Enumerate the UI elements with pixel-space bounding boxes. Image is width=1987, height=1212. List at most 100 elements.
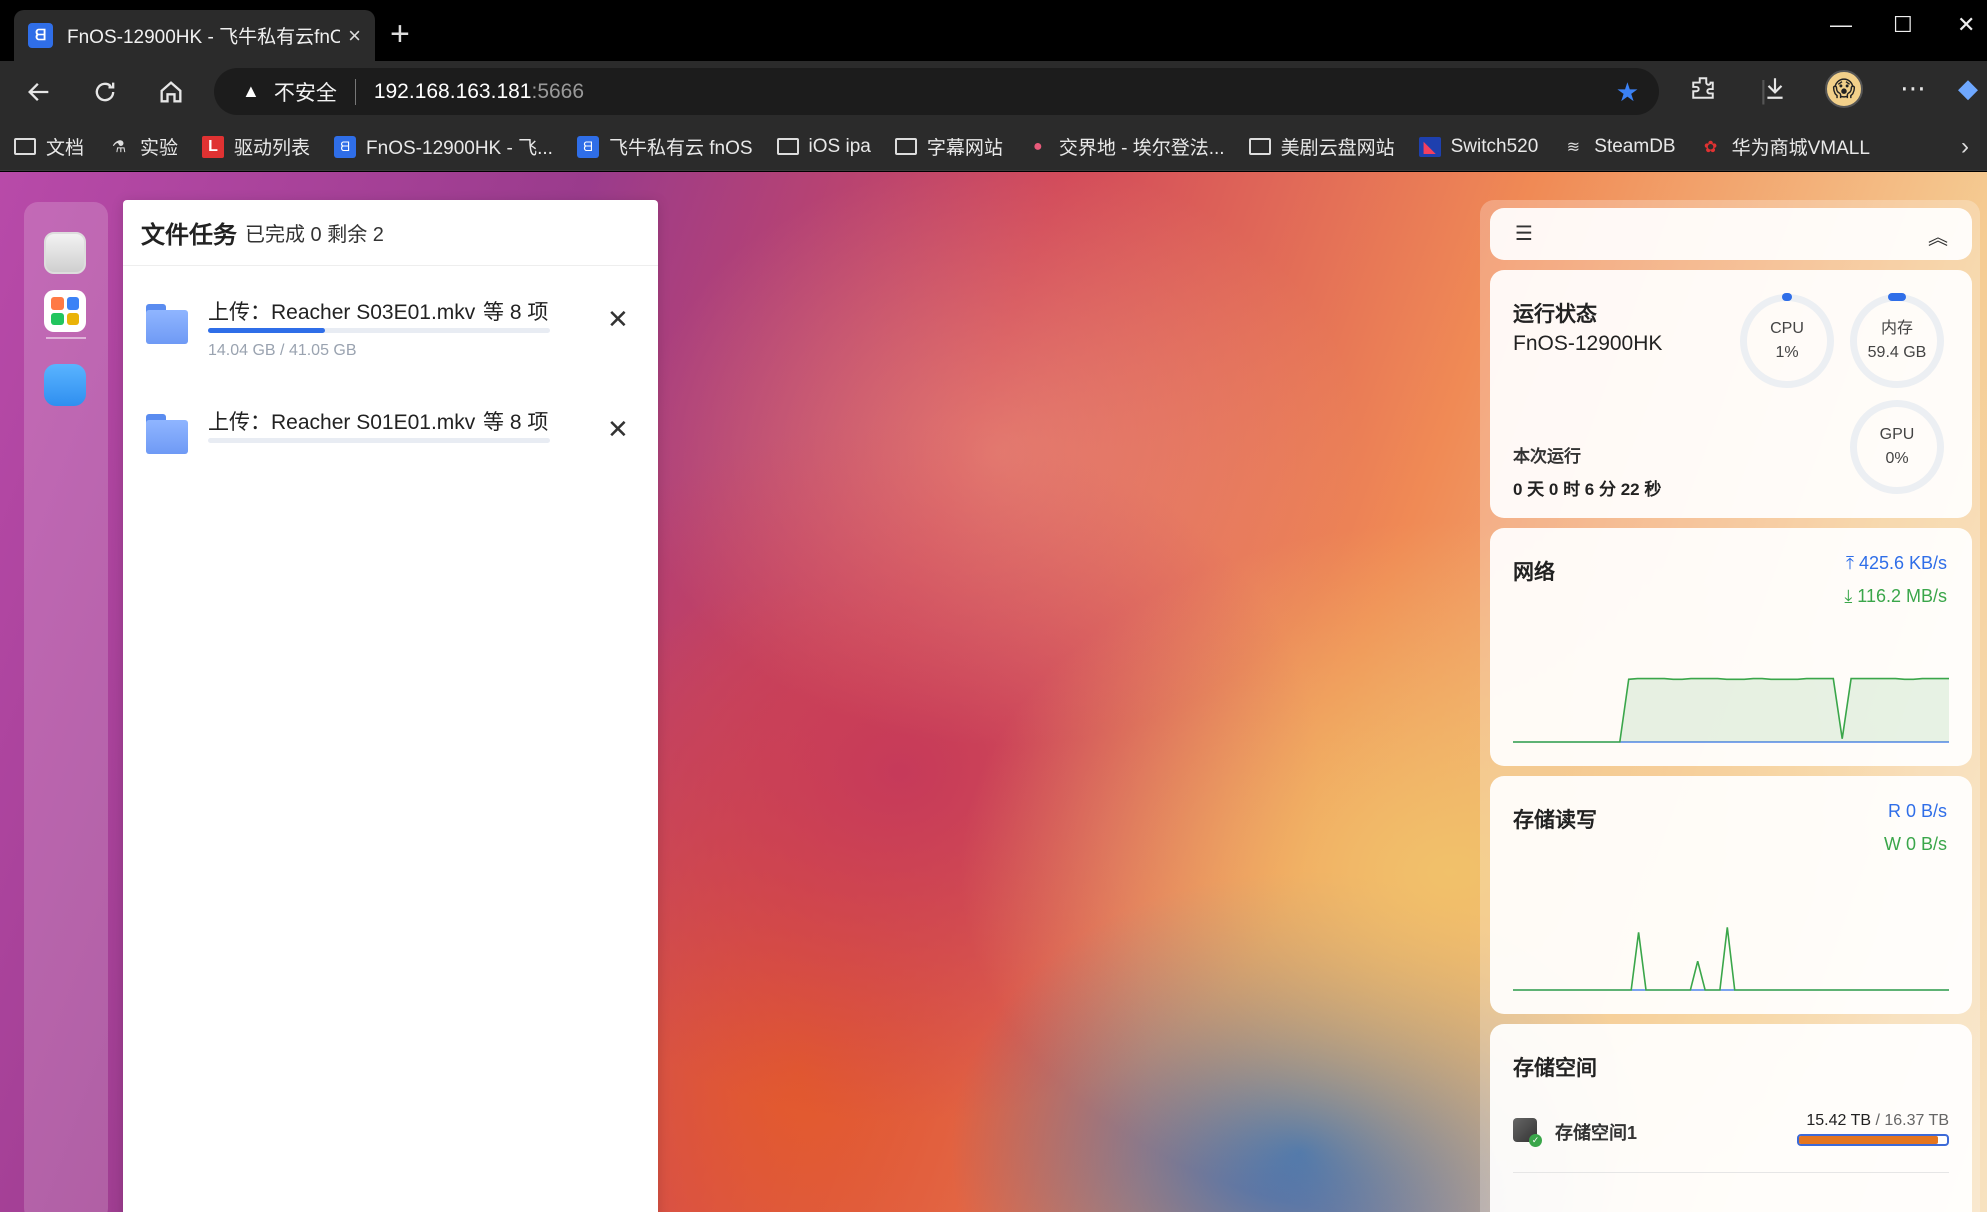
new-tab-button[interactable]: + xyxy=(390,14,410,54)
minimize-button[interactable]: — xyxy=(1830,12,1852,38)
bookmark-elden[interactable]: ● 交界地 - 埃尔登法... xyxy=(1027,133,1225,160)
warning-icon[interactable]: ▲ xyxy=(242,81,260,102)
close-window-button[interactable]: ✕ xyxy=(1957,12,1975,38)
status-card: 运行状态 FnOS-12900HK 本次运行 0 天 0 时 6 分 22 秒 … xyxy=(1490,270,1972,518)
write-line xyxy=(1513,927,1949,991)
browser-tab[interactable]: ᗺ FnOS-12900HK - 飞牛私有云fnOS × xyxy=(14,10,375,61)
fnos-icon: ᗺ xyxy=(576,135,599,158)
gpu-value: 0% xyxy=(1885,450,1909,467)
task-count: 等 8 项 xyxy=(483,301,549,324)
download-area xyxy=(1513,678,1949,742)
memory-label: 内存 xyxy=(1880,320,1913,337)
download-icon[interactable] xyxy=(1762,75,1788,108)
monitor-icon[interactable] xyxy=(44,232,86,274)
storage-divider xyxy=(1513,1172,1949,1173)
bookmark-steamdb[interactable]: ≋ SteamDB xyxy=(1562,136,1676,158)
task-title: 文件任务 xyxy=(141,222,237,249)
task-size: 14.04 GB / 41.05 GB xyxy=(208,342,357,359)
app-center-icon[interactable] xyxy=(44,290,86,332)
tab-strip: ᗺ FnOS-12900HK - 飞牛私有云fnOS × + — ☐ ✕ xyxy=(0,0,1987,61)
maximize-button[interactable]: ☐ xyxy=(1893,12,1913,38)
folder-icon xyxy=(1248,137,1271,157)
gpu-label: GPU xyxy=(1879,426,1915,443)
folder-icon xyxy=(776,137,799,157)
reload-icon[interactable] xyxy=(86,73,124,111)
disk-io-chart xyxy=(1513,927,1949,991)
hostname: FnOS-12900HK xyxy=(1513,332,1663,355)
bookmark-fnos-2[interactable]: ᗺ 飞牛私有云 fnOS xyxy=(576,133,753,160)
extensions-icon[interactable] xyxy=(1690,75,1716,108)
app-dock xyxy=(24,202,108,1212)
url-host: 192.168.163.181 xyxy=(373,79,532,103)
storage-card: 存储空间 ✓ 存储空间1 15.42 TB / 16.37 TB xyxy=(1490,1024,1972,1212)
bookmark-fnos-1[interactable]: ᗺ FnOS-12900HK - 飞... xyxy=(334,133,553,160)
bookmarks-more-icon[interactable]: › xyxy=(1961,133,1969,161)
memory-gauge-indicator xyxy=(1888,293,1906,301)
desktop-wallpaper: 文件任务 已完成 0 剩余 2 上传：Reacher S03E01.mkv 等 … xyxy=(0,172,1987,1212)
file-manager-icon[interactable] xyxy=(44,364,86,406)
bookmark-vmall[interactable]: ✿ 华为商城VMALL xyxy=(1700,133,1870,160)
star-icon[interactable]: ★ xyxy=(1616,77,1639,108)
disk-io-title: 存储读写 xyxy=(1513,809,1597,832)
disk-icon: ✓ xyxy=(1513,1118,1542,1147)
widget-toolbar: ☰ ︽ xyxy=(1490,208,1972,260)
storage-volume[interactable]: ✓ 存储空间1 15.42 TB / 16.37 TB xyxy=(1513,1112,1949,1156)
tab-close-icon[interactable]: × xyxy=(348,23,361,49)
cpu-gauge: CPU 1% xyxy=(1740,293,1834,388)
network-card: 网络 ⤒ 425.6 KB/s ⤓ 116.2 MB/s xyxy=(1490,528,1972,766)
read-rate: R 0 B/s xyxy=(1887,801,1947,821)
close-icon[interactable]: ✕ xyxy=(607,304,629,335)
widget-settings-icon[interactable]: ☰ xyxy=(1515,221,1533,246)
bookmark-tv-cloud[interactable]: 美剧云盘网站 xyxy=(1248,133,1395,160)
uptime-label: 本次运行 xyxy=(1513,447,1581,466)
tab-title: FnOS-12900HK - 飞牛私有云fnOS xyxy=(67,27,341,48)
collapse-icon[interactable]: ︽ xyxy=(1928,221,1948,250)
volume-name: 存储空间1 xyxy=(1555,1123,1638,1143)
flask-icon: ⚗ xyxy=(111,138,127,156)
disk-io-card: 存储读写 R 0 B/s W 0 B/s xyxy=(1490,776,1972,1014)
task-progress-bar xyxy=(208,438,550,443)
bookmark-ios-ipa[interactable]: iOS ipa xyxy=(776,136,871,158)
bookmark-lab[interactable]: ⚗ 实验 xyxy=(108,133,178,160)
browser-toolbar: ▲ 不安全 192.168.163.181 :5666 ★ | 😱 ⋯ ◆ xyxy=(0,61,1987,123)
file-task-panel: 文件任务 已完成 0 剩余 2 上传：Reacher S03E01.mkv 等 … xyxy=(123,200,658,1212)
status-title: 运行状态 xyxy=(1513,303,1597,326)
more-icon[interactable]: ⋯ xyxy=(1900,73,1926,104)
address-divider xyxy=(354,78,356,105)
cpu-gauge-indicator xyxy=(1782,293,1792,301)
bookmark-drivers[interactable]: L 驱动列表 xyxy=(202,133,310,160)
volume-size: 15.42 TB / 16.37 TB xyxy=(1806,1112,1949,1129)
folder-icon xyxy=(14,137,36,157)
url-port: :5666 xyxy=(531,79,585,103)
game-icon: ● xyxy=(1033,137,1043,155)
upload-arrow-icon: ⤒ xyxy=(1845,553,1859,573)
bookmark-docs[interactable]: 文档 xyxy=(14,133,84,160)
close-icon[interactable]: ✕ xyxy=(607,414,629,445)
uptime: 0 天 0 时 6 分 22 秒 xyxy=(1513,480,1662,499)
bookmarks-bar: 文档 ⚗ 实验 L 驱动列表 ᗺ FnOS-12900HK - 飞... ᗺ 飞牛私有云… xyxy=(0,123,1987,171)
security-label[interactable]: 不安全 xyxy=(274,77,337,107)
steamdb-icon: ≋ xyxy=(1566,138,1580,156)
volume-usage-bar xyxy=(1797,1134,1949,1146)
red-l-icon: L xyxy=(202,135,225,158)
home-icon[interactable] xyxy=(152,73,190,111)
gpu-gauge: GPU 0% xyxy=(1850,400,1944,494)
copilot-icon[interactable]: ◆ xyxy=(1958,73,1978,104)
folder-icon xyxy=(146,304,188,344)
folder-icon xyxy=(894,137,917,157)
task-item: 上传：Reacher S01E01.mkv 等 8 项 ✕ xyxy=(123,376,658,486)
folder-icon xyxy=(146,414,188,454)
task-name: 上传：Reacher S03E01.mkv xyxy=(208,301,476,324)
task-summary: 已完成 0 剩余 2 xyxy=(245,224,384,246)
task-item: 上传：Reacher S03E01.mkv 等 8 项 14.04 GB / 4… xyxy=(123,266,658,376)
profile-avatar[interactable]: 😱 xyxy=(1825,70,1863,108)
bookmark-switch520[interactable]: ◣ Switch520 xyxy=(1418,136,1538,158)
widget-sidebar: ☰ ︽ 运行状态 FnOS-12900HK 本次运行 0 天 0 时 6 分 2… xyxy=(1480,200,1980,1212)
download-arrow-icon: ⤓ xyxy=(1844,586,1858,606)
task-count: 等 8 项 xyxy=(483,411,549,434)
memory-value: 59.4 GB xyxy=(1867,344,1927,361)
bookmark-subtitles[interactable]: 字幕网站 xyxy=(894,133,1003,160)
address-bar[interactable]: ▲ 不安全 192.168.163.181 :5666 ★ xyxy=(214,68,1659,115)
back-icon[interactable] xyxy=(20,73,58,111)
fnos-favicon-icon: ᗺ xyxy=(28,23,53,48)
